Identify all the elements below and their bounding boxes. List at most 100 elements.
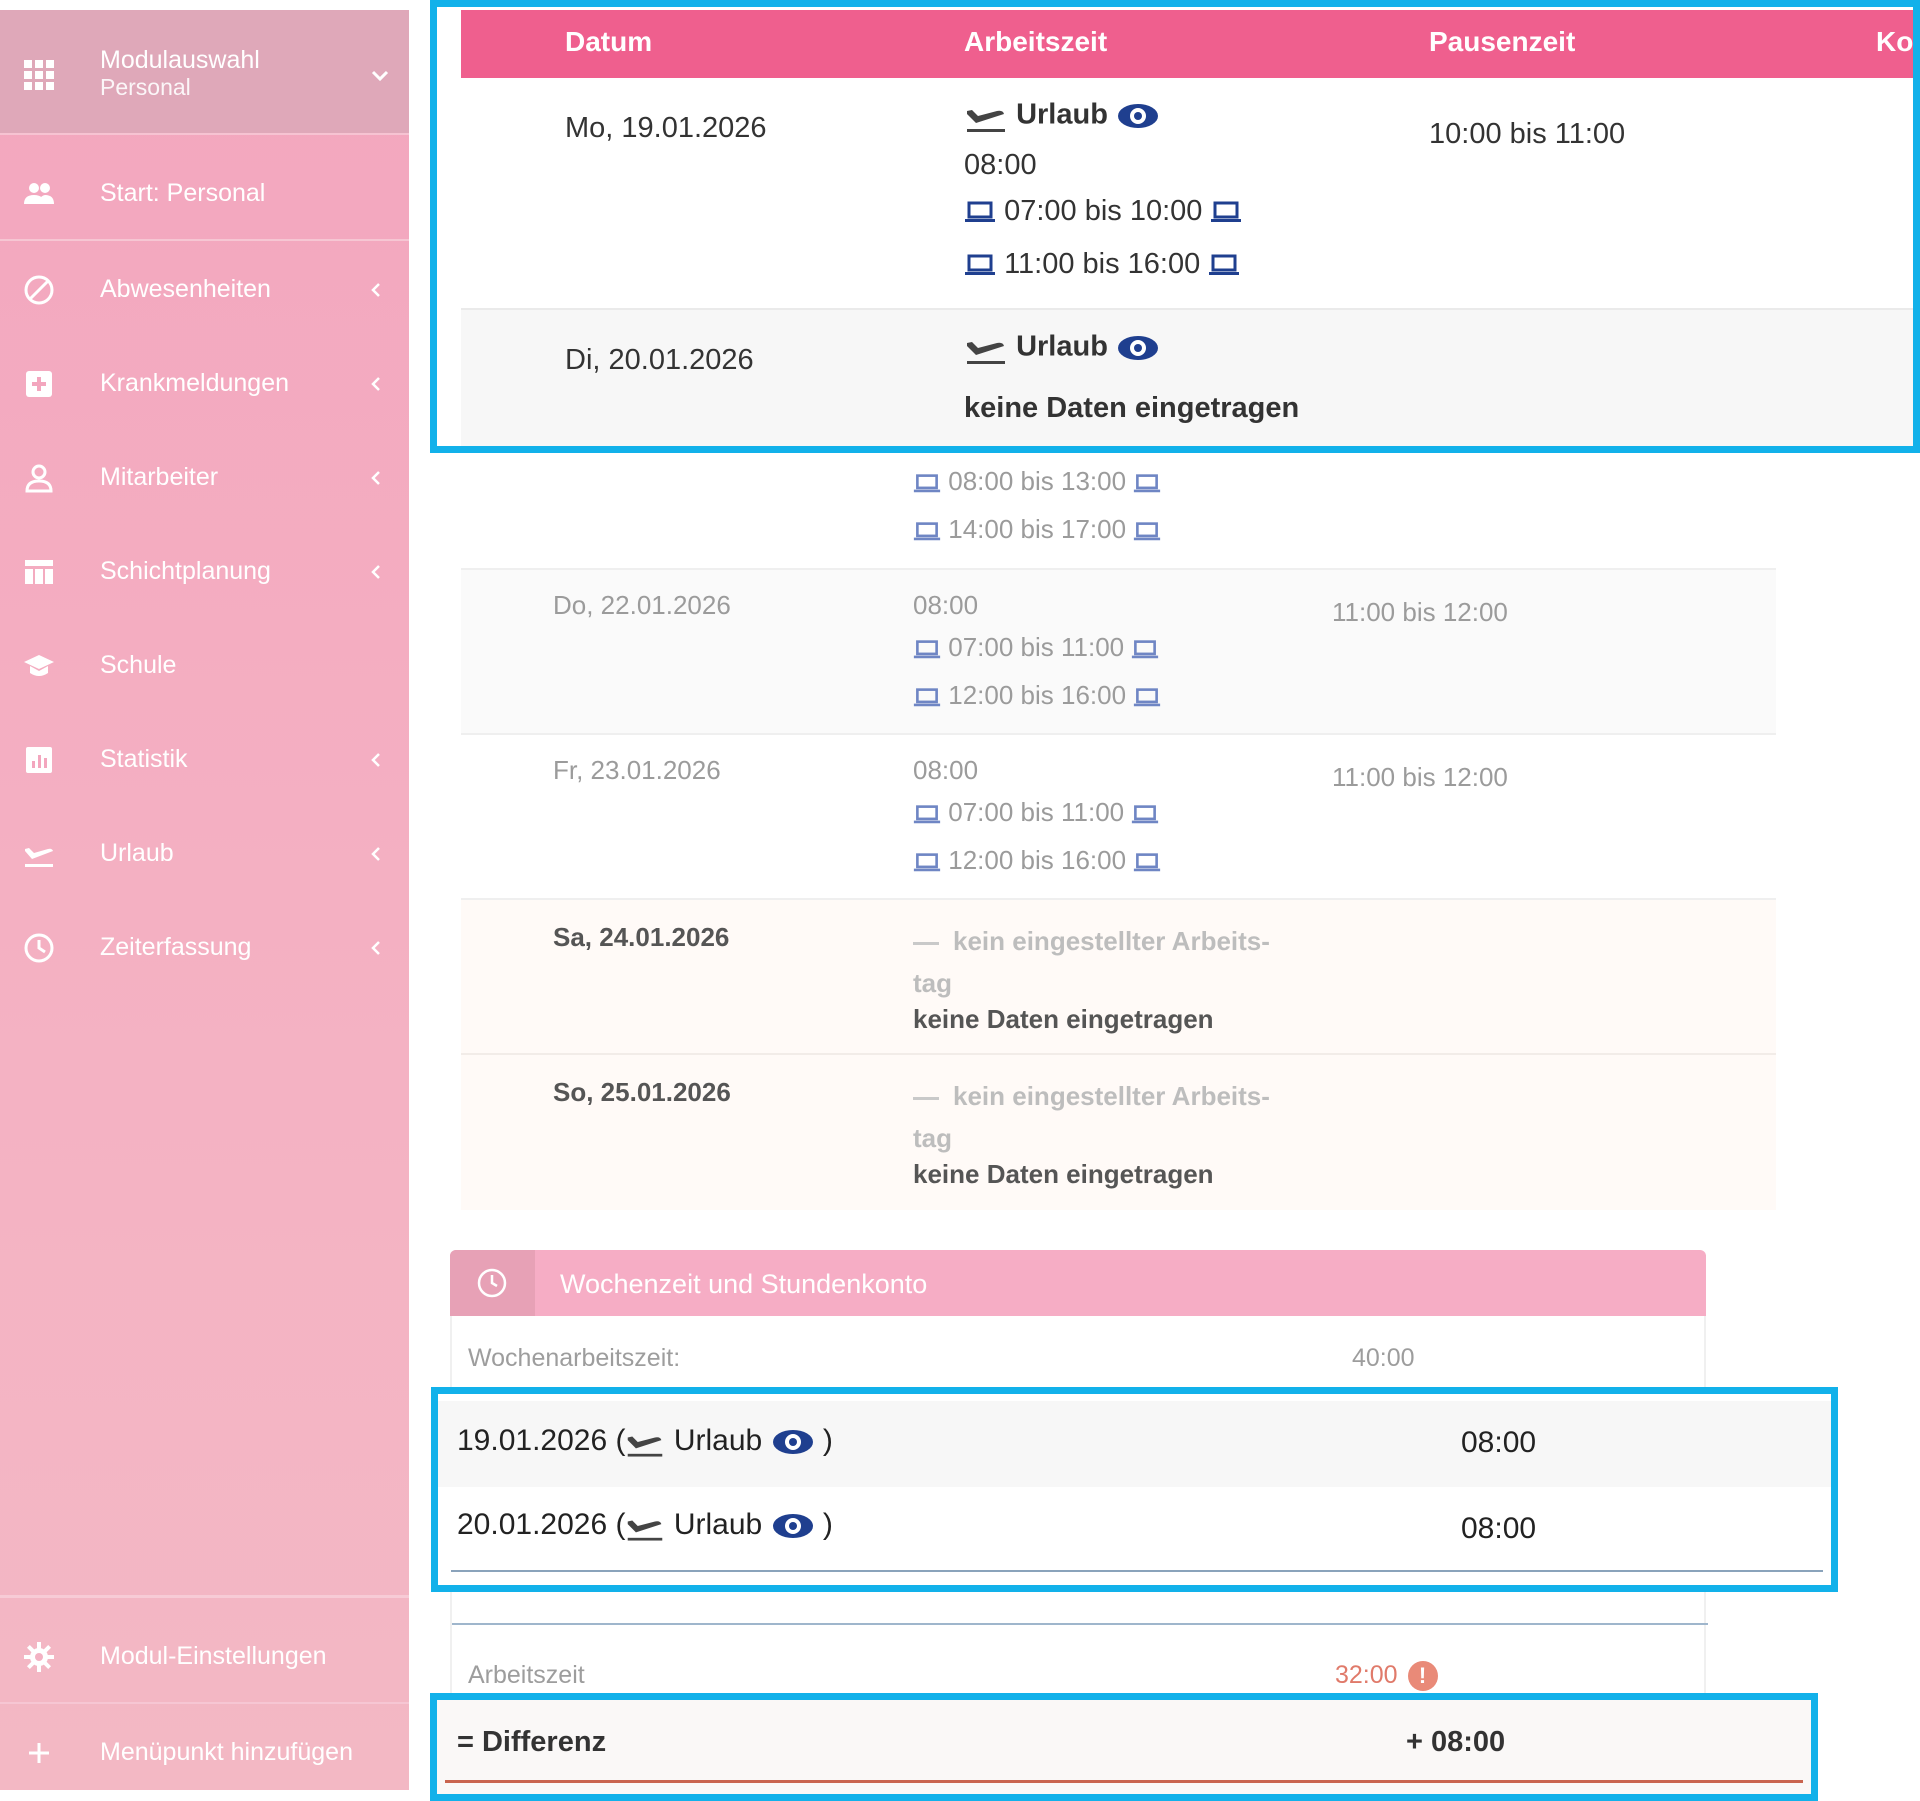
row-hours: 08:00: [913, 755, 979, 785]
laptop-icon: [1134, 687, 1161, 706]
people-icon: [24, 183, 54, 204]
row-note: keine Daten eingetragen: [964, 392, 1300, 424]
block-icon: [24, 275, 54, 305]
apps-grid-icon: [24, 60, 54, 90]
row-pause: 11:00 bis 12:00: [1332, 762, 1508, 792]
sidebar-item-schichtplanung[interactable]: Schichtplanung: [0, 525, 409, 619]
calendar-grid-icon: [25, 560, 53, 584]
person-icon: [25, 464, 53, 493]
work-time-value: 32:00!: [1335, 1661, 1438, 1692]
time-slot-label: 07:00 bis 11:00: [948, 632, 1125, 662]
absence-label: Urlaub: [1016, 98, 1108, 131]
row-date: Fr, 23.01.2026: [553, 755, 721, 785]
time-slot: 07:00 bis 10:00: [964, 195, 1242, 228]
sidebar-item-abwesenheiten[interactable]: Abwesenheiten: [0, 243, 409, 337]
difference-underline: [445, 1780, 1803, 1783]
vacation-value: 08:00: [1461, 1426, 1537, 1459]
col-header-datum[interactable]: Datum: [565, 26, 652, 58]
vacation-row: 20.01.2026 ( Urlaub ) 08:00: [457, 1508, 1537, 1545]
laptop-icon: [1132, 804, 1159, 823]
airplane-icon: [967, 342, 1005, 364]
row-date: Di, 20.01.2026: [565, 344, 754, 376]
table-row: Di, 20.01.2026 Urlaub keine Daten einget…: [461, 310, 1920, 450]
sidebar-item-schule[interactable]: Schule: [0, 619, 409, 713]
clock-icon: [477, 1268, 507, 1298]
sidebar-item-start-personal[interactable]: Start: Personal: [0, 147, 409, 241]
sidebar-item-label: Urlaub: [100, 839, 174, 867]
non-working-day-cont: tag: [913, 968, 952, 998]
vacation-date: 19.01.2026: [457, 1424, 608, 1457]
row-note: keine Daten eingetragen: [913, 1159, 1214, 1189]
eye-icon[interactable]: [1116, 333, 1160, 363]
vacation-label: Urlaub: [673, 1508, 763, 1541]
time-slot-label: 07:00 bis 11:00: [948, 797, 1125, 827]
module-selector[interactable]: Modulauswahl Personal: [0, 10, 409, 135]
time-slot-label: 14:00 bis 17:00: [948, 514, 1127, 544]
module-subtitle: Personal: [100, 74, 191, 100]
eye-icon[interactable]: [1116, 101, 1160, 131]
work-time-label: Arbeitszeit: [468, 1661, 585, 1689]
summary-header: Wochenzeit und Stundenkonto: [450, 1250, 1706, 1316]
sidebar-item-modul-einstellungen[interactable]: Modul-Einstellungen: [0, 1610, 409, 1704]
time-slot-label: 07:00 bis 10:00: [1004, 195, 1203, 227]
laptop-icon: [913, 804, 941, 823]
difference-value: + 08:00: [1406, 1726, 1506, 1758]
sidebar-item-zeiterfassung[interactable]: Zeiterfassung: [0, 901, 409, 995]
bar-chart-icon: [26, 747, 52, 773]
laptop-icon: [1134, 473, 1161, 492]
weekly-hours-label: Wochenarbeitszeit:: [468, 1344, 681, 1372]
eye-icon[interactable]: [771, 1427, 815, 1457]
laptop-icon: [913, 473, 941, 492]
eye-icon[interactable]: [771, 1511, 815, 1541]
dash-icon: [913, 1096, 939, 1100]
sidebar-item-label: Schichtplanung: [100, 557, 271, 585]
non-working-day-label: kein eingestellter Arbeits-: [953, 926, 1270, 956]
row-date: Do, 22.01.2026: [553, 590, 731, 620]
row-hours: 08:00: [964, 149, 1037, 181]
col-header-arbeitszeit[interactable]: Arbeitszeit: [964, 26, 1107, 58]
chevron-down-icon: [371, 70, 389, 82]
summary-icon-box: [450, 1250, 535, 1316]
sidebar-item-menuepunkt-hinzufuegen[interactable]: Menüpunkt hinzufügen: [0, 1706, 409, 1800]
row-pause: 11:00 bis 12:00: [1332, 597, 1508, 627]
chevron-left-icon: [371, 565, 380, 579]
sidebar-item-label: Mitarbeiter: [100, 463, 219, 491]
gear-icon: [24, 1642, 54, 1672]
main-content: Datum Arbeitszeit Pausenzeit Ko Mo, 19.0…: [409, 0, 1920, 1801]
sidebar-item-krankmeldungen[interactable]: Krankmeldungen: [0, 337, 409, 431]
table-row: Fr, 23.01.2026 08:00 07:00 bis 11:00 12:…: [461, 735, 1776, 900]
divider: [451, 1570, 1823, 1572]
laptop-icon: [913, 639, 941, 658]
medical-plus-icon: [26, 371, 52, 397]
sidebar-item-urlaub[interactable]: Urlaub: [0, 807, 409, 901]
vacation-date: 20.01.2026: [457, 1508, 608, 1541]
absence-badge: Urlaub: [964, 330, 1160, 366]
work-time-value-text: 32:00: [1335, 1661, 1398, 1689]
table-header: Datum Arbeitszeit Pausenzeit Ko: [461, 10, 1920, 78]
time-slot: 12:00 bis 16:00: [913, 680, 1161, 711]
module-title: Modulauswahl: [100, 46, 260, 74]
col-header-ko[interactable]: Ko: [1876, 26, 1913, 58]
table-row: Sa, 24.01.2026 kein eingestellter Arbeit…: [461, 900, 1776, 1055]
vacation-rows-box: 19.01.2026 ( Urlaub ) 08:00 20.01.2026 (…: [431, 1394, 1838, 1585]
sidebar-item-mitarbeiter[interactable]: Mitarbeiter: [0, 431, 409, 525]
chevron-left-icon: [371, 753, 380, 767]
row-note: keine Daten eingetragen: [913, 1004, 1214, 1034]
sidebar-item-statistik[interactable]: Statistik: [0, 713, 409, 807]
sidebar-divider: [0, 1595, 409, 1598]
non-working-day: kein eingestellter Arbeits-: [913, 926, 1270, 957]
row-date: Sa, 24.01.2026: [553, 922, 730, 952]
table-row: So, 25.01.2026 kein eingestellter Arbeit…: [461, 1055, 1776, 1210]
info-icon[interactable]: !: [1407, 1661, 1438, 1692]
table-row: Mo, 19.01.2026 Urlaub 08:00 07:00 bis 10…: [461, 78, 1920, 310]
sidebar-item-label: Krankmeldungen: [100, 369, 290, 397]
col-header-pausenzeit[interactable]: Pausenzeit: [1429, 26, 1575, 58]
row-hours: 08:00: [913, 590, 979, 620]
graduation-cap-icon: [24, 655, 54, 676]
chevron-left-icon: [371, 471, 380, 485]
divider: [452, 1623, 1708, 1625]
sidebar-item-label: Schule: [100, 651, 177, 679]
laptop-icon: [1132, 639, 1159, 658]
sidebar: Modulauswahl Personal Start: Personal Ab…: [0, 10, 409, 1790]
row-date: So, 25.01.2026: [553, 1077, 731, 1107]
